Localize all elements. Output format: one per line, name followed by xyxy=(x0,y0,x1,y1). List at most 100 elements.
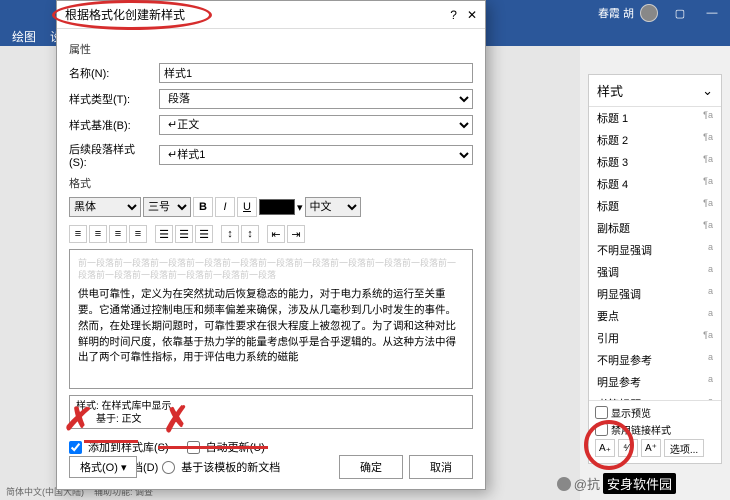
style-preview: 前一段落前一段落前一段落前一段落前一段落前一段落前一段落前一段落前一段落前一段落… xyxy=(69,249,473,389)
styles-pane-header: 样式 ⌄ xyxy=(589,75,721,107)
ok-button[interactable]: 确定 xyxy=(339,455,403,479)
style-item-name: 标题 1 xyxy=(597,110,628,126)
minimize-icon[interactable]: — xyxy=(702,3,722,23)
styles-pane-footer: 显示预览 禁用链接样式 A₊ ⁴⁄₄ A⁺ 选项... xyxy=(589,400,721,463)
close-icon[interactable]: ✕ xyxy=(467,8,477,22)
desc-line1: 样式: 在样式库中显示 xyxy=(76,400,466,413)
section-properties: 属性 xyxy=(69,41,473,57)
disable-linked-label: 禁用链接样式 xyxy=(611,422,671,437)
style-inspector-button[interactable]: ⁴⁄₄ xyxy=(618,439,638,457)
new-style-button[interactable]: A₊ xyxy=(595,439,615,457)
watermark-text: @抗 xyxy=(574,474,600,493)
avatar xyxy=(640,4,658,22)
show-preview-label: 显示预览 xyxy=(611,405,651,420)
manage-styles-button[interactable]: A⁺ xyxy=(641,439,661,457)
paragraph-toolbar: ≡ ≡ ≡ ≡ ☰ ☰ ☰ ↕ ↕ ⇤ ⇥ xyxy=(69,225,473,243)
line-spacing-1-icon[interactable]: ☰ xyxy=(155,225,173,243)
style-item-mark: a xyxy=(708,308,713,324)
line-spacing-2-icon[interactable]: ☰ xyxy=(175,225,193,243)
options-button[interactable]: 选项... xyxy=(664,439,704,457)
style-item-mark: ¶a xyxy=(703,198,713,214)
style-item[interactable]: 副标题¶a xyxy=(589,217,721,239)
dialog-footer: 格式(O) ▾ 确定 取消 xyxy=(69,455,473,479)
style-item-name: 不明显强调 xyxy=(597,242,652,258)
style-item-name: 明显参考 xyxy=(597,374,641,390)
style-item-mark: a xyxy=(708,374,713,390)
dialog-title-text: 根据格式化创建新样式 xyxy=(65,6,185,23)
style-item[interactable]: 标题 ¶a xyxy=(589,195,721,217)
format-menu-button[interactable]: 格式(O) ▾ xyxy=(69,456,137,478)
style-item[interactable]: 明显强调a xyxy=(589,283,721,305)
style-item-mark: ¶a xyxy=(703,132,713,148)
style-item[interactable]: 引用 ¶a xyxy=(589,327,721,349)
chevron-down-icon[interactable]: ⌄ xyxy=(702,83,713,99)
style-item-name: 标题 2 xyxy=(597,132,628,148)
auto-update-checkbox[interactable] xyxy=(187,441,200,454)
style-item[interactable]: 标题 2 ¶a xyxy=(589,129,721,151)
style-item-mark: ¶a xyxy=(703,330,713,346)
base-select[interactable]: ↵正文 xyxy=(159,115,473,135)
italic-button[interactable]: I xyxy=(215,197,235,217)
ribbon-display-icon[interactable]: ▢ xyxy=(670,3,690,23)
watermark-brand: 安身软件园 xyxy=(603,473,676,494)
styles-list[interactable]: 标题 1¶a标题 2¶a标题 3¶a标题 4¶a标题¶a副标题¶a不明显强调a强… xyxy=(589,107,721,400)
name-input[interactable] xyxy=(159,63,473,83)
disable-linked-checkbox[interactable] xyxy=(595,423,608,436)
add-to-gallery-label: 添加到样式库(S) xyxy=(88,439,169,455)
indent-decrease-icon[interactable]: ⇤ xyxy=(267,225,285,243)
underline-button[interactable]: U xyxy=(237,197,257,217)
help-icon[interactable]: ? xyxy=(450,8,457,22)
style-item-name: 标题 xyxy=(597,198,619,214)
align-center-icon[interactable]: ≡ xyxy=(89,225,107,243)
style-item-name: 标题 4 xyxy=(597,176,628,192)
font-color-swatch[interactable] xyxy=(259,199,295,215)
type-select[interactable]: 段落 xyxy=(159,89,473,109)
bold-button[interactable]: B xyxy=(193,197,213,217)
watermark-logo-icon xyxy=(557,477,571,491)
tab-drawing[interactable]: 绘图 xyxy=(12,28,36,45)
style-item[interactable]: 标题 4¶a xyxy=(589,173,721,195)
style-item-mark: a xyxy=(708,352,713,368)
style-item[interactable]: 不明显强调 a xyxy=(589,239,721,261)
style-item-name: 引用 xyxy=(597,330,619,346)
indent-increase-icon[interactable]: ⇥ xyxy=(287,225,305,243)
style-item-mark: ¶a xyxy=(703,154,713,170)
style-item[interactable]: 标题 1¶a xyxy=(589,107,721,129)
align-right-icon[interactable]: ≡ xyxy=(109,225,127,243)
style-item-mark: a xyxy=(708,286,713,302)
style-item-mark: a xyxy=(708,264,713,280)
style-item[interactable]: 标题 3 ¶a xyxy=(589,151,721,173)
add-to-gallery-checkbox[interactable] xyxy=(69,441,82,454)
align-left-icon[interactable]: ≡ xyxy=(69,225,87,243)
style-description: 样式: 在样式库中显示 基于: 正文 xyxy=(69,395,473,429)
style-item[interactable]: 书籍标题a xyxy=(589,393,721,400)
style-item[interactable]: 强调 a xyxy=(589,261,721,283)
base-label: 样式基准(B): xyxy=(69,117,151,133)
name-label: 名称(N): xyxy=(69,65,151,81)
style-item-name: 副标题 xyxy=(597,220,630,236)
style-item-name: 标题 3 xyxy=(597,154,628,170)
type-label: 样式类型(T): xyxy=(69,91,151,107)
desc-line2: 基于: 正文 xyxy=(76,413,466,426)
space-before-icon[interactable]: ↕ xyxy=(221,225,239,243)
preview-sample-text: 供电可靠性，定义为在突然扰动后恢复稳态的能力，对于电力系统的运行至关重要。它通常… xyxy=(78,287,464,366)
style-item[interactable]: 明显参考 a xyxy=(589,371,721,393)
space-after-icon[interactable]: ↕ xyxy=(241,225,259,243)
style-item[interactable]: 要点a xyxy=(589,305,721,327)
font-size-select[interactable]: 三号 xyxy=(143,197,191,217)
lang-select[interactable]: 中文 xyxy=(305,197,361,217)
style-item-mark: a xyxy=(708,242,713,258)
font-name-select[interactable]: 黑体 xyxy=(69,197,141,217)
follow-select[interactable]: ↵样式1 xyxy=(159,145,473,165)
style-item[interactable]: 不明显参考a xyxy=(589,349,721,371)
line-spacing-3-icon[interactable]: ☰ xyxy=(195,225,213,243)
color-dropdown-icon[interactable]: ▾ xyxy=(297,201,303,214)
dialog-titlebar: 根据格式化创建新样式 ? ✕ xyxy=(57,1,485,29)
cancel-button[interactable]: 取消 xyxy=(409,455,473,479)
show-preview-checkbox[interactable] xyxy=(595,406,608,419)
watermark: @抗 安身软件园 xyxy=(557,473,676,494)
styles-pane: 样式 ⌄ 标题 1¶a标题 2¶a标题 3¶a标题 4¶a标题¶a副标题¶a不明… xyxy=(588,74,722,464)
align-justify-icon[interactable]: ≡ xyxy=(129,225,147,243)
style-item-name: 强调 xyxy=(597,264,619,280)
user-account[interactable]: 春霞 胡 xyxy=(598,4,658,22)
